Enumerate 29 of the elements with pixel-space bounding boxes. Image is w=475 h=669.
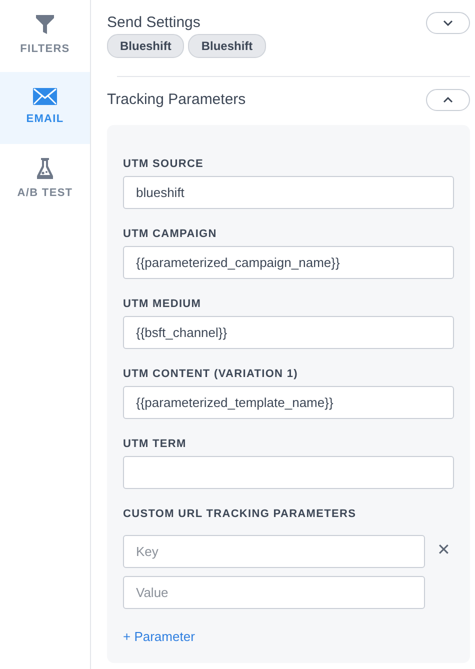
input-field[interactable]: Key bbox=[123, 535, 425, 568]
input-field[interactable]: {{parameterized_template_name}} bbox=[123, 386, 454, 419]
tag: Blueshift bbox=[188, 34, 266, 58]
flask-icon bbox=[37, 158, 53, 180]
field-label: UTM CAMPAIGN bbox=[123, 227, 217, 241]
collapse-toggle[interactable] bbox=[426, 12, 470, 34]
field-label: UTM SOURCE bbox=[123, 157, 204, 171]
filter-icon bbox=[36, 14, 54, 35]
chevron-icon bbox=[443, 97, 453, 103]
envelope-icon bbox=[33, 88, 57, 106]
input-field[interactable]: blueshift bbox=[123, 176, 454, 209]
section-title: Tracking Parameters bbox=[107, 90, 246, 110]
field-label: UTM CONTENT (VARIATION 1) bbox=[123, 367, 298, 381]
input-field[interactable] bbox=[123, 456, 454, 489]
chevron-icon bbox=[443, 20, 453, 26]
field-label: CUSTOM URL TRACKING PARAMETERS bbox=[123, 507, 356, 521]
input-field[interactable]: {{parameterized_campaign_name}} bbox=[123, 246, 454, 279]
sidebar-tab[interactable]: FILTERS bbox=[0, 0, 90, 72]
collapse-toggle[interactable] bbox=[426, 89, 470, 111]
remove-button[interactable]: ✕ bbox=[433, 543, 454, 559]
input-field[interactable]: Value bbox=[123, 576, 425, 609]
field-label: UTM MEDIUM bbox=[123, 297, 202, 311]
field-label: UTM TERM bbox=[123, 437, 186, 451]
section-title: Send Settings bbox=[107, 13, 200, 33]
add-parameter-link[interactable]: + Parameter bbox=[123, 627, 195, 646]
tag: Blueshift bbox=[107, 34, 184, 58]
sidebar-tab[interactable]: EMAIL bbox=[0, 72, 90, 144]
input-field[interactable]: {{bsft_channel}} bbox=[123, 316, 454, 349]
sidebar-tab[interactable]: A/B TEST bbox=[0, 144, 90, 216]
